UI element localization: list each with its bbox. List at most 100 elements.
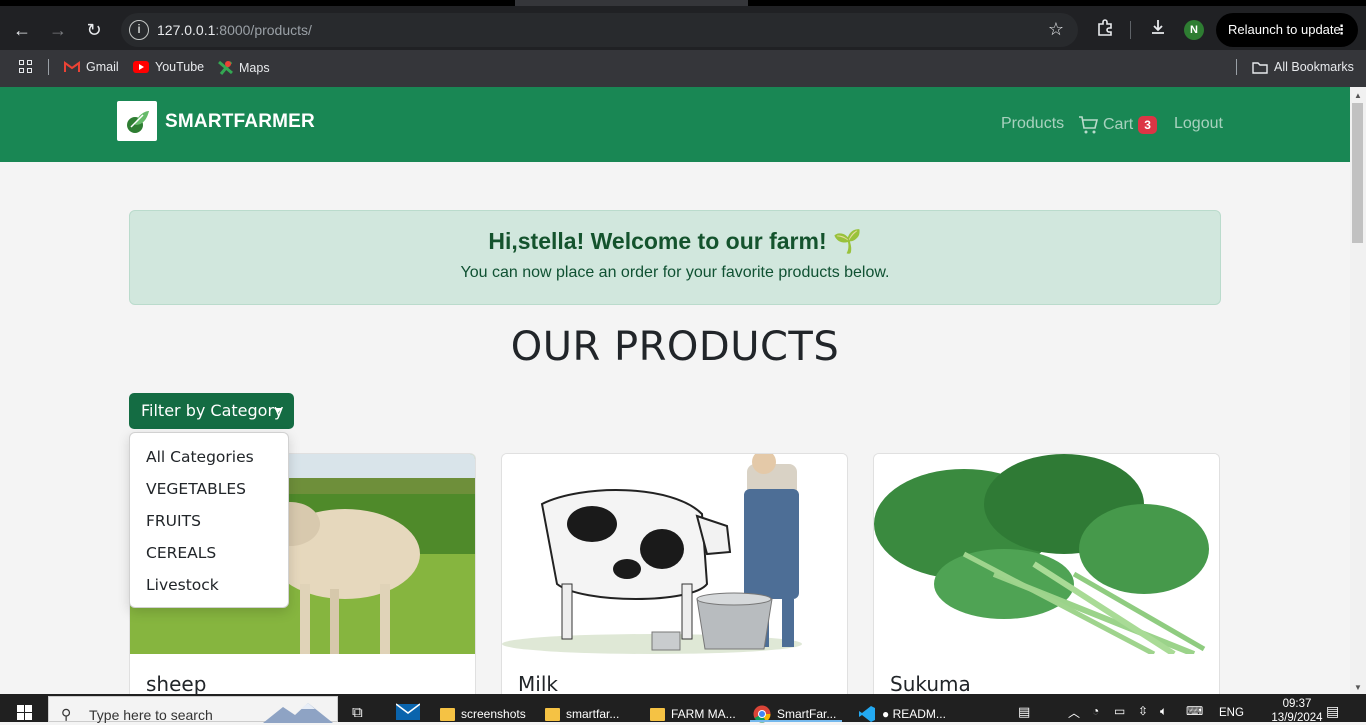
bookmarks-separator [48,59,49,75]
apps-grid-icon[interactable] [19,60,33,74]
scroll-down-icon[interactable]: ▼ [1354,683,1362,692]
product-card[interactable]: Sukuma [873,453,1220,694]
gmail-icon [64,61,80,72]
all-bookmarks[interactable]: All Bookmarks [1252,60,1354,74]
nav-products-link[interactable]: Products [1001,115,1064,133]
url-path: :8000/products/ [215,22,312,38]
clock-time: 09:37 [1282,698,1312,710]
page-viewport: SMARTFARMER Products Cart 3 Logout Hi,st… [0,87,1350,694]
url-host: 127.0.0.1 [157,22,216,38]
battery-icon[interactable]: ▭ [1114,704,1125,718]
folder-icon [1252,61,1268,74]
forward-arrow-icon[interactable]: → [44,16,72,44]
toolbar-separator [1130,21,1131,39]
url-text[interactable]: 127.0.0.1:8000/products/ [157,22,312,38]
nav-logout-link[interactable]: Logout [1174,115,1223,133]
bookmark-maps[interactable]: Maps [218,60,270,75]
mail-app-icon[interactable] [395,702,421,723]
download-icon[interactable] [1149,18,1167,41]
all-bookmarks-label: All Bookmarks [1274,60,1354,74]
bookmark-label: Gmail [86,60,119,74]
filter-button-label: Filter by Category [141,401,284,420]
dropdown-item-cereals[interactable]: CEREALS [130,537,288,569]
taskbar-app-chrome[interactable]: SmartFar... [753,694,837,723]
product-name: Sukuma [890,672,971,694]
keyboard-icon[interactable]: ⌨ [1186,704,1203,718]
address-bar[interactable]: i 127.0.0.1:8000/products/ ☆ [121,13,1078,47]
welcome-heading: Hi,stella! Welcome to our farm! 🌱 [488,228,862,254]
volume-icon[interactable]: 🔈︎ [1160,704,1167,719]
bookmark-label: YouTube [155,60,205,74]
taskbar-app-label: smartfar... [566,707,620,721]
usb-icon[interactable]: ⇳ [1138,704,1148,718]
maps-icon [218,60,233,75]
vscode-icon [859,706,875,722]
windows-start-icon[interactable] [17,705,33,721]
back-arrow-icon[interactable]: ← [8,16,36,44]
bookmark-youtube[interactable]: YouTube [133,60,204,74]
taskbar-app-smartfarmer-folder[interactable]: smartfar... [545,694,619,722]
taskbar-app-label: FARM MA... [671,707,736,721]
youtube-icon [133,61,149,73]
folder-icon [650,707,665,721]
taskbar-clock[interactable]: 09:37 13/9/2024 [1262,697,1332,725]
scroll-up-icon[interactable]: ▲ [1354,91,1362,100]
filter-category-button[interactable]: Filter by Category [129,393,294,429]
dropdown-item-fruits[interactable]: FRUITS [130,505,288,537]
brand-name[interactable]: SMARTFARMER [165,111,315,133]
bookmark-gmail[interactable]: Gmail [64,60,119,74]
sukuma-image[interactable] [874,454,1219,654]
clock-date: 13/9/2024 [1271,712,1323,724]
extensions-icon[interactable] [1096,18,1114,41]
caret-down-icon [274,408,282,413]
bookmarks-separator [1236,59,1237,75]
bookmark-star-icon[interactable]: ☆ [1048,19,1064,40]
product-name: Milk [518,672,558,694]
cart-label: Cart [1103,116,1134,133]
folder-icon [545,707,560,721]
brand-logo[interactable] [117,101,157,141]
dropdown-item-vegetables[interactable]: VEGETABLES [130,473,288,505]
category-dropdown-menu: All Categories VEGETABLES FRUITS CEREALS… [129,432,289,608]
search-placeholder: Type here to search [89,707,213,723]
browser-toolbar: ← → ↻ i 127.0.0.1:8000/products/ ☆ N Rel… [0,0,1366,50]
news-widget-icon[interactable]: ▤ [1018,704,1030,720]
taskbar-app-label: ● READM... [882,707,946,721]
page-scrollbar[interactable]: ▲ ▼ [1350,87,1366,694]
chevron-up-icon[interactable]: ︿ [1068,704,1080,721]
product-name: sheep [146,672,207,694]
taskbar-app-vscode[interactable]: ● READM... [858,694,946,722]
taskbar-app-label: SmartFar... [777,707,837,721]
welcome-subtext: You can now place an order for your favo… [460,264,890,281]
search-icon: ⚲ [61,706,72,722]
taskbar-search-input[interactable]: ⚲ Type here to search [48,696,338,723]
dropdown-item-all[interactable]: All Categories [130,441,288,473]
site-navbar: SMARTFARMER Products Cart 3 Logout [0,87,1350,162]
taskbar-app-farm-management[interactable]: FARM MA... [650,694,736,722]
active-tab-edge[interactable] [515,0,748,6]
language-indicator[interactable]: ENG [1219,707,1244,719]
reload-icon[interactable]: ↻ [80,16,108,44]
cart-count-badge: 3 [1138,116,1157,134]
menu-dots-icon[interactable]: ⋮ [1335,13,1348,47]
bookmarks-bar [0,50,1366,87]
scrollbar-thumb[interactable] [1352,103,1363,243]
dropdown-item-livestock[interactable]: Livestock [130,569,288,601]
taskbar-app-screenshots[interactable]: screenshots [440,694,526,722]
folder-icon [440,707,455,721]
bookmark-label: Maps [239,60,270,75]
site-info-icon[interactable]: i [129,20,149,40]
windows-taskbar: ⚲ Type here to search ⧉ screenshots smar… [0,694,1366,725]
relaunch-label: Relaunch to update [1228,22,1341,37]
nav-cart-link[interactable]: Cart 3 [1078,116,1157,134]
welcome-alert: Hi,stella! Welcome to our farm! 🌱 You ca… [129,210,1221,305]
network-icon[interactable]: ◔ [1092,704,1099,718]
cart-icon [1079,116,1098,134]
product-card[interactable]: Milk [501,453,848,694]
relaunch-button[interactable]: Relaunch to update ⋮ [1216,13,1358,47]
task-view-icon[interactable]: ⧉ [352,704,363,721]
notifications-icon[interactable]: ▤ [1326,703,1339,720]
profile-avatar[interactable]: N [1184,20,1204,40]
search-highlight-icon [263,703,333,723]
milk-image[interactable] [502,454,847,654]
